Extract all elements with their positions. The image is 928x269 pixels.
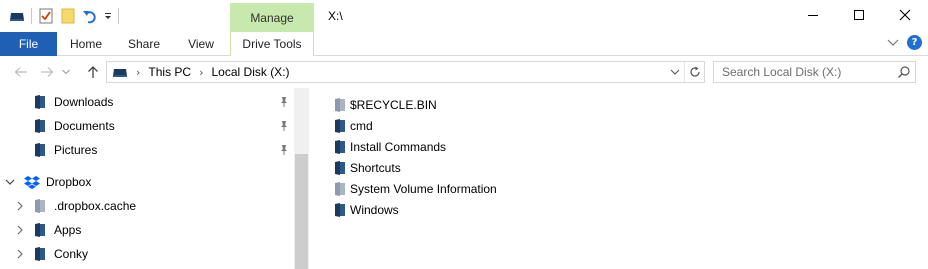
address-row: › This PC › Local Disk (X:) xyxy=(0,60,928,84)
window-title: X:\ xyxy=(328,9,343,23)
nav-item-pictures[interactable]: Pictures xyxy=(0,138,294,162)
title-bar: Manage X:\ xyxy=(0,0,928,32)
tab-file[interactable]: File xyxy=(0,32,57,56)
minimize-button[interactable] xyxy=(790,0,836,30)
nav-item-label: Apps xyxy=(54,223,82,237)
tab-view[interactable]: View xyxy=(174,32,228,56)
customize-toolbar-icon[interactable] xyxy=(101,7,115,25)
scrollbar-thumb[interactable] xyxy=(295,154,308,269)
list-item[interactable]: cmd xyxy=(330,115,630,136)
refresh-button[interactable] xyxy=(684,62,704,82)
folder-drive-icon xyxy=(335,203,345,217)
nav-item-downloads[interactable]: Downloads xyxy=(0,90,294,114)
up-button[interactable] xyxy=(84,63,102,81)
nav-item-label: Conky xyxy=(54,247,89,261)
properties-icon[interactable] xyxy=(35,7,57,25)
breadcrumb-this-pc[interactable]: This PC xyxy=(148,65,191,79)
chevron-down-icon xyxy=(887,39,899,46)
nav-item-label: Dropbox xyxy=(46,175,92,189)
drive-icon[interactable] xyxy=(6,7,28,25)
nav-item-label: Pictures xyxy=(54,143,98,157)
arrow-right-icon xyxy=(41,67,54,77)
tab-manage[interactable]: Manage xyxy=(230,3,314,32)
breadcrumb-chevron-icon[interactable]: › xyxy=(136,66,140,79)
folder-drive-icon xyxy=(35,119,45,133)
folder-drive-icon xyxy=(335,161,345,175)
expand-chevron-icon[interactable] xyxy=(14,223,26,237)
nav-item-dropbox[interactable]: Dropbox xyxy=(0,170,294,194)
folder-drive-icon xyxy=(35,223,45,237)
forward-button[interactable] xyxy=(38,63,56,81)
breadcrumb-chevron-icon[interactable]: › xyxy=(199,66,203,79)
pin-icon[interactable] xyxy=(278,144,290,156)
undo-icon[interactable] xyxy=(79,7,101,25)
nav-item-label: Downloads xyxy=(54,95,114,109)
close-button[interactable] xyxy=(882,0,928,30)
nav-scrollbar[interactable] xyxy=(294,88,309,269)
maximize-button[interactable] xyxy=(836,0,882,30)
tab-drive-tools[interactable]: Drive Tools xyxy=(230,32,314,56)
list-item[interactable]: System Volume Information xyxy=(330,178,630,199)
folder-hidden-icon xyxy=(335,182,345,196)
arrow-left-icon xyxy=(14,67,27,77)
list-item[interactable]: $RECYCLE.BIN xyxy=(330,94,630,115)
ribbon-tabs: File Home Share View Drive Tools ? xyxy=(0,32,928,56)
nav-item-dropbox-cache[interactable]: .dropbox.cache xyxy=(0,194,294,218)
nav-item-documents[interactable]: Documents xyxy=(0,114,294,138)
list-item[interactable]: Shortcuts xyxy=(330,157,630,178)
nav-item-apps[interactable]: Apps xyxy=(0,218,294,242)
pin-icon[interactable] xyxy=(278,120,290,132)
minimize-icon xyxy=(808,15,818,16)
toolbar-divider xyxy=(118,8,119,24)
quick-access-toolbar xyxy=(6,7,122,25)
folder-drive-icon xyxy=(335,140,345,154)
recent-locations-button[interactable] xyxy=(60,63,72,81)
pin-icon[interactable] xyxy=(278,96,290,108)
folder-drive-icon xyxy=(35,247,45,261)
search-input[interactable] xyxy=(714,62,884,82)
refresh-icon xyxy=(689,66,700,77)
folder-hidden-icon xyxy=(35,199,45,213)
nav-item-conky[interactable]: Conky xyxy=(0,242,294,266)
close-icon xyxy=(899,9,911,21)
file-name: Windows xyxy=(350,203,399,217)
folder-drive-icon xyxy=(35,143,45,157)
file-name: cmd xyxy=(350,119,373,133)
expand-ribbon-button[interactable] xyxy=(887,38,899,48)
ribbon-right-controls: ? xyxy=(887,35,922,50)
nav-item-label: Documents xyxy=(54,119,115,133)
tab-home[interactable]: Home xyxy=(58,32,114,56)
file-name: System Volume Information xyxy=(350,182,497,196)
toolbar-divider xyxy=(31,8,32,24)
file-name: $RECYCLE.BIN xyxy=(350,98,437,112)
expand-chevron-icon[interactable] xyxy=(14,199,26,213)
list-item[interactable]: Windows xyxy=(330,199,630,220)
list-item[interactable]: Install Commands xyxy=(330,136,630,157)
chevron-down-icon xyxy=(670,69,680,75)
address-history-button[interactable] xyxy=(666,62,684,82)
collapse-chevron-icon[interactable] xyxy=(4,175,16,189)
expand-chevron-icon[interactable] xyxy=(14,247,26,261)
folder-hidden-icon xyxy=(335,98,345,112)
folder-drive-icon xyxy=(35,95,45,109)
navigation-pane: Downloads Documents Pictures Dropbox .dr… xyxy=(0,88,310,269)
breadcrumb-local-disk[interactable]: Local Disk (X:) xyxy=(212,65,290,79)
window-controls xyxy=(790,0,928,30)
file-name: Shortcuts xyxy=(350,161,401,175)
back-button[interactable] xyxy=(12,63,30,81)
search-icon[interactable] xyxy=(897,65,911,79)
dropbox-icon xyxy=(24,176,40,189)
tab-share[interactable]: Share xyxy=(115,32,173,56)
search-box[interactable] xyxy=(713,61,916,83)
drive-icon xyxy=(112,66,128,78)
file-name: Install Commands xyxy=(350,140,447,154)
arrow-up-icon xyxy=(88,66,98,78)
folder-drive-icon xyxy=(335,119,345,133)
nav-item-label: .dropbox.cache xyxy=(54,199,137,213)
address-bar[interactable]: › This PC › Local Disk (X:) xyxy=(106,61,705,83)
maximize-icon xyxy=(854,10,864,20)
chevron-down-icon xyxy=(62,69,70,75)
help-icon[interactable]: ? xyxy=(907,35,922,50)
new-folder-icon[interactable] xyxy=(57,7,79,25)
